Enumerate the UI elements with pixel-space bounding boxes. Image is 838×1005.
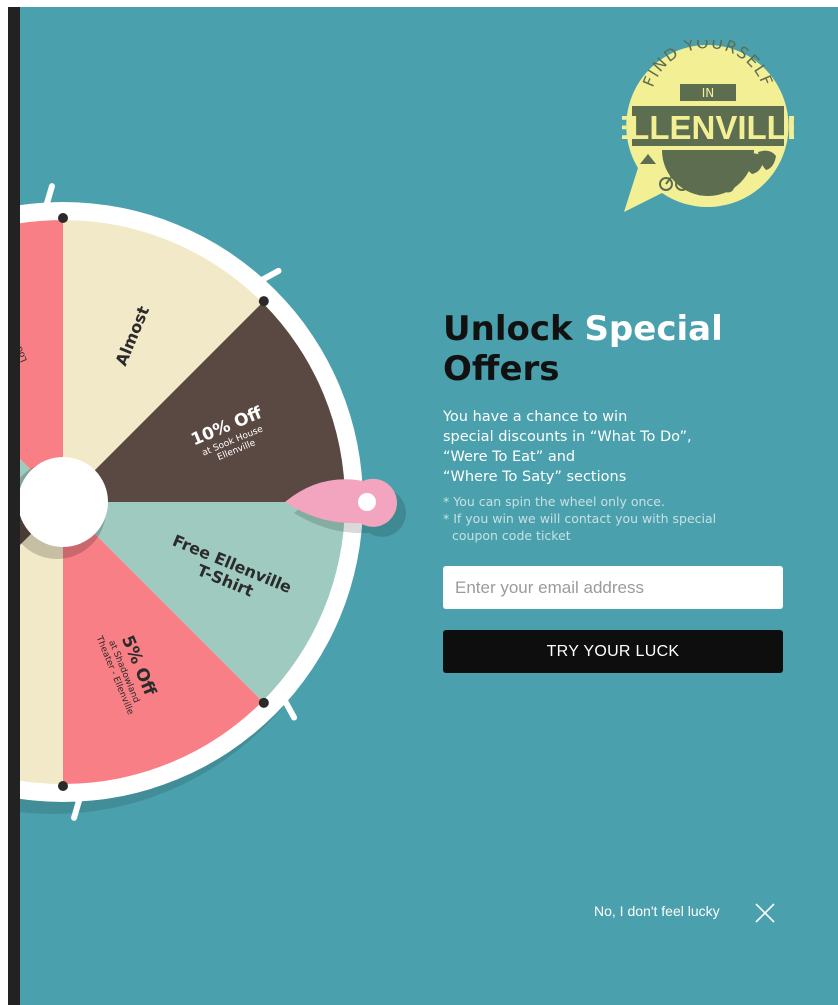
title-dark-text: Unlock: [443, 309, 573, 349]
description-line: special discounts in “What To Do”,: [443, 429, 692, 445]
logo-in-text: IN: [702, 86, 715, 100]
left-edge-bar: [8, 7, 20, 1005]
note-line: * If you win we will contact you with sp…: [443, 511, 717, 526]
email-input[interactable]: [443, 566, 783, 609]
note-line: coupon code ticket: [452, 528, 571, 543]
wheel-peg-dot: [58, 213, 68, 223]
description-line: You have a chance to win: [443, 409, 628, 425]
try-your-luck-button[interactable]: TRY YOUR LUCK: [443, 630, 783, 673]
spin-wheel-popup: 15% OffAny Mineral atLodes of NatureAlmo…: [20, 7, 838, 1005]
description-line: “Were To Eat” and: [443, 449, 576, 465]
prize-wheel[interactable]: 15% OffAny Mineral atLodes of NatureAlmo…: [20, 7, 440, 1005]
note-line: * You can spin the wheel only once.: [443, 494, 665, 509]
page: 15% OffAny Mineral atLodes of NatureAlmo…: [0, 0, 838, 1005]
wheel-hub: [20, 457, 108, 547]
title-second-line: Offers: [443, 349, 560, 389]
logo-name: ELLENVILLE: [622, 109, 794, 146]
wheel-peg-dot: [258, 697, 269, 708]
ellenville-logo: FIND YOURSELF IN ELLENVILLE: [607, 33, 809, 212]
offer-title: Unlock Special Offers: [443, 309, 803, 389]
decline-link[interactable]: No, I don't feel lucky: [594, 903, 720, 919]
close-icon[interactable]: [754, 902, 776, 924]
wheel-peg-dot: [258, 296, 269, 307]
description-line: “Where To Saty” sections: [443, 469, 627, 485]
title-highlight-text: Special: [584, 309, 723, 349]
offer-description: You have a chance to win special discoun…: [443, 407, 803, 487]
wheel-peg-dot: [58, 781, 68, 791]
rules-notes: * You can spin the wheel only once. * If…: [443, 493, 803, 544]
